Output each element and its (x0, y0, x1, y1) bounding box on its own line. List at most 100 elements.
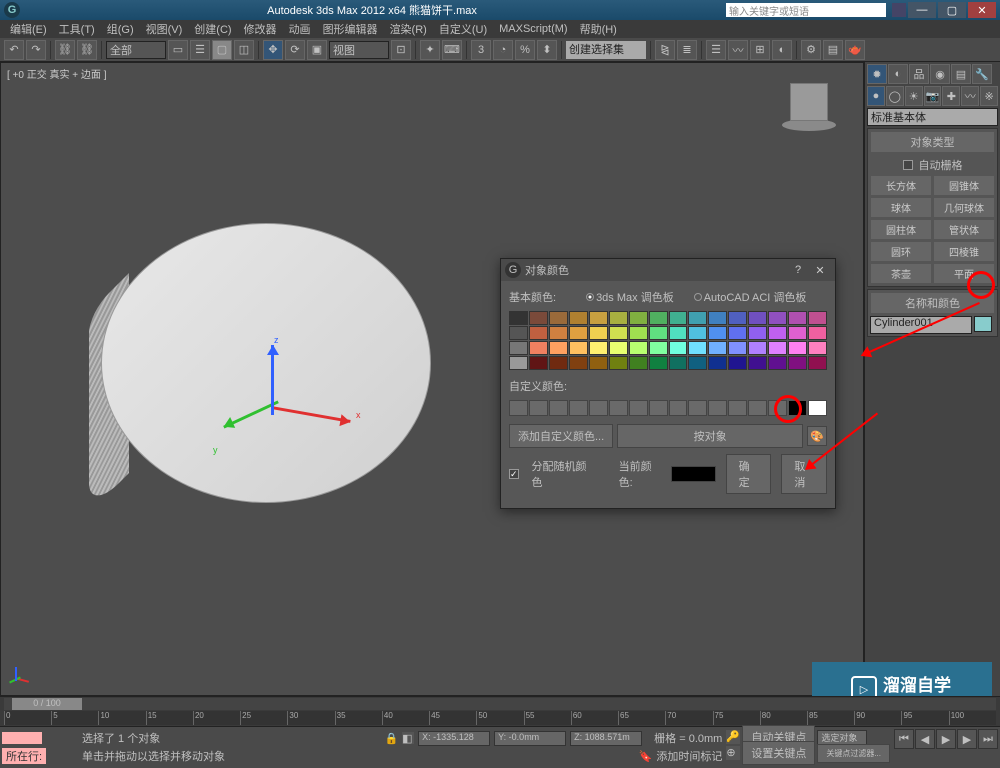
goto-end-button[interactable]: ⏭ (978, 729, 998, 749)
ruler-tick[interactable]: 20 (193, 711, 240, 725)
palette-cell[interactable] (589, 311, 608, 325)
ruler-tick[interactable]: 30 (287, 711, 334, 725)
render-frame-button[interactable]: ▤ (823, 40, 843, 60)
palette-cell[interactable] (748, 311, 767, 325)
assign-random-check[interactable] (509, 469, 519, 479)
ruler-tick[interactable]: 10 (98, 711, 145, 725)
object-name-input[interactable]: Cylinder001 (870, 316, 972, 334)
mirror-button[interactable]: ⧎ (655, 40, 675, 60)
palette-cell[interactable] (808, 311, 827, 325)
palette-cell[interactable] (728, 341, 747, 355)
rollout-namecolor[interactable]: 名称和颜色 (870, 292, 995, 314)
menu-render[interactable]: 渲染(R) (384, 21, 433, 37)
palette-cell[interactable] (708, 326, 727, 340)
next-frame-button[interactable]: ▶ (957, 729, 977, 749)
palette-cell[interactable] (788, 356, 807, 370)
utilities-tab[interactable]: 🔧 (972, 64, 992, 84)
palette-cell[interactable] (569, 356, 588, 370)
ruler-tick[interactable]: 45 (429, 711, 476, 725)
palette-cell[interactable] (629, 311, 648, 325)
time-thumb[interactable]: 0 / 100 (12, 698, 82, 710)
ruler-tick[interactable]: 50 (476, 711, 523, 725)
custom-color-cell[interactable] (509, 400, 528, 416)
palette-cell[interactable] (669, 341, 688, 355)
create-tab[interactable]: ✹ (867, 64, 887, 84)
ruler-tick[interactable]: 85 (807, 711, 854, 725)
help-search[interactable]: 输入关键字或短语 (726, 3, 886, 17)
layers-button[interactable]: ☰ (706, 40, 726, 60)
palette-cell[interactable] (788, 341, 807, 355)
palette-cell[interactable] (569, 341, 588, 355)
render-setup-button[interactable]: ⚙ (801, 40, 821, 60)
palette-cell[interactable] (669, 356, 688, 370)
window-crossing-button[interactable]: ◫ (234, 40, 254, 60)
angle-snap-button[interactable]: ◔ (493, 40, 513, 60)
primitive-button[interactable]: 四棱锥 (933, 241, 995, 262)
palette-cell[interactable] (549, 326, 568, 340)
menu-edit[interactable]: 编辑(E) (4, 21, 53, 37)
radio-autocad[interactable] (694, 293, 702, 301)
schematic-button[interactable]: ⊞ (750, 40, 770, 60)
move-gizmo[interactable]: x y z (241, 353, 361, 473)
custom-color-cell[interactable] (649, 400, 668, 416)
snap-button[interactable]: 3 (471, 40, 491, 60)
select-region-button[interactable]: ▢ (212, 40, 232, 60)
curve-editor-button[interactable]: 〰 (728, 40, 748, 60)
palette-cell[interactable] (728, 356, 747, 370)
palette-cell[interactable] (688, 356, 707, 370)
systems-cat[interactable]: ※ (980, 86, 998, 106)
palette-cell[interactable] (728, 326, 747, 340)
palette-cell[interactable] (649, 341, 668, 355)
ruler-tick[interactable]: 70 (665, 711, 712, 725)
palette-cell[interactable] (688, 326, 707, 340)
autogrid-check[interactable] (903, 160, 913, 170)
display-tab[interactable]: ▤ (951, 64, 971, 84)
primitive-dropdown[interactable]: 标准基本体 (867, 108, 998, 126)
palette-cell[interactable] (569, 326, 588, 340)
prev-frame-button[interactable]: ◀ (915, 729, 935, 749)
time-slider[interactable]: 0 / 100 (4, 698, 996, 710)
palette-cell[interactable] (728, 311, 747, 325)
redo-button[interactable]: ↷ (26, 40, 46, 60)
spinner-snap-button[interactable]: ⬍ (537, 40, 557, 60)
palette-cell[interactable] (609, 311, 628, 325)
ruler-tick[interactable]: 55 (524, 711, 571, 725)
palette-cell[interactable] (788, 311, 807, 325)
move-button[interactable]: ✥ (263, 40, 283, 60)
timeline[interactable]: 0 / 100 05101520253035404550556065707580… (0, 696, 1000, 726)
palette-cell[interactable] (649, 311, 668, 325)
palette-cell[interactable] (808, 356, 827, 370)
palette-cell[interactable] (629, 356, 648, 370)
custom-color-cell[interactable] (589, 400, 608, 416)
menu-modifier[interactable]: 修改器 (238, 21, 283, 37)
select-button[interactable]: ▭ (168, 40, 188, 60)
lights-cat[interactable]: ☀ (905, 86, 923, 106)
palette-cell[interactable] (669, 326, 688, 340)
palette-cell[interactable] (649, 326, 668, 340)
refcoord-dropdown[interactable]: 视图 (329, 41, 389, 59)
primitive-button[interactable]: 管状体 (933, 219, 995, 240)
ruler-tick[interactable]: 35 (335, 711, 382, 725)
modify-tab[interactable]: ◐ (888, 64, 908, 84)
custom-color-cell[interactable] (669, 400, 688, 416)
primitive-button[interactable]: 圆环 (870, 241, 932, 262)
play-button[interactable]: ▶ (936, 729, 956, 749)
palette-cell[interactable] (688, 311, 707, 325)
dialog-help-button[interactable]: ? (787, 262, 809, 278)
palette-cell[interactable] (629, 326, 648, 340)
primitive-button[interactable]: 平面 (933, 263, 995, 284)
selection-filter[interactable]: 全部 (106, 41, 166, 59)
dialog-titlebar[interactable]: G 对象颜色 ? ✕ (501, 259, 835, 281)
palette-cell[interactable] (708, 356, 727, 370)
palette-cell[interactable] (589, 341, 608, 355)
minimize-button[interactable]: — (908, 2, 936, 18)
custom-color-cell[interactable] (549, 400, 568, 416)
ruler-tick[interactable]: 60 (571, 711, 618, 725)
palette-cell[interactable] (669, 311, 688, 325)
primitive-button[interactable]: 球体 (870, 197, 932, 218)
palette-cell[interactable] (629, 341, 648, 355)
custom-color-cell[interactable] (688, 400, 707, 416)
primitive-button[interactable]: 圆柱体 (870, 219, 932, 240)
viewcube[interactable] (779, 81, 839, 141)
custom-color-cell[interactable] (609, 400, 628, 416)
